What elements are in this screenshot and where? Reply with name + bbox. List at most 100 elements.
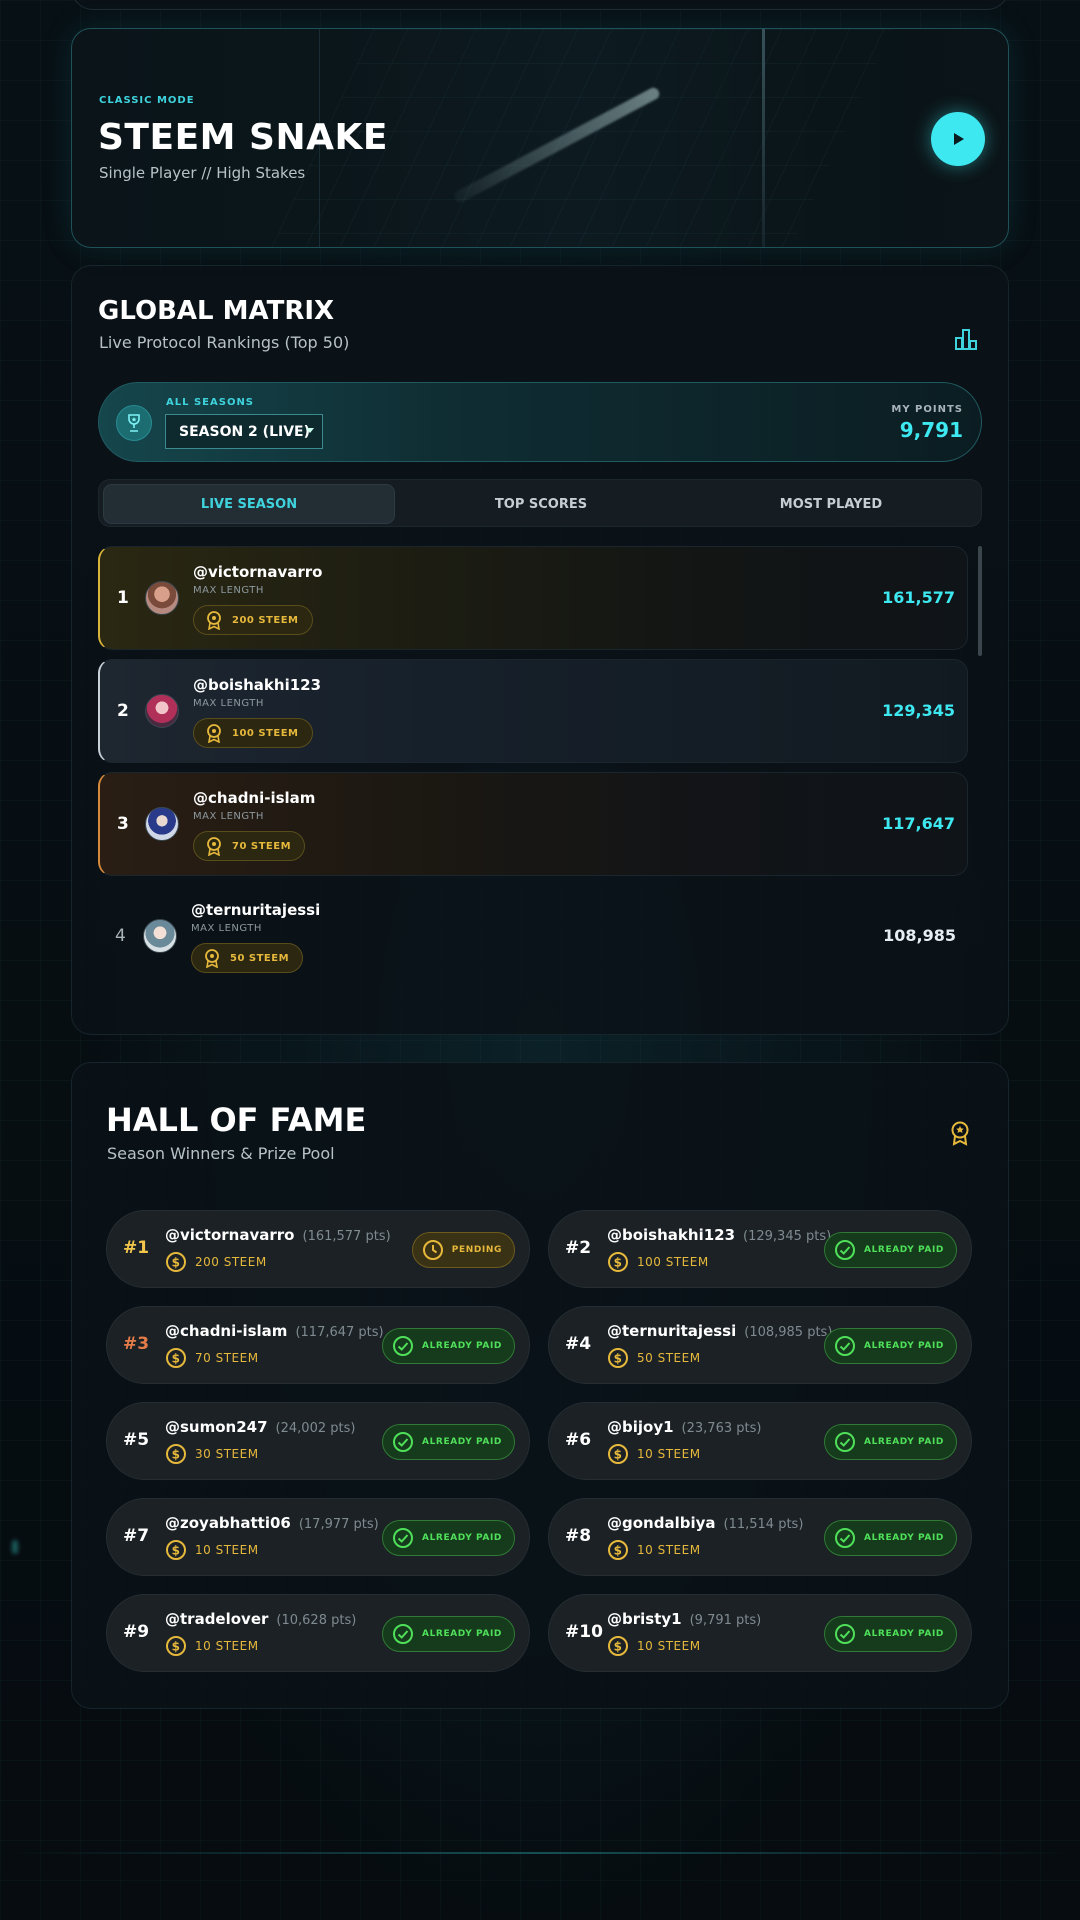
matrix-title: GLOBAL MATRIX: [98, 296, 335, 326]
award-icon: [951, 1121, 969, 1146]
game-card-steem-snake[interactable]: CLASSIC MODE STEEM SNAKE Single Player /…: [71, 28, 1009, 248]
metric-label: MAX LENGTH: [191, 923, 262, 934]
tab-live-season[interactable]: LIVE SEASON: [103, 484, 395, 524]
status-text: ALREADY PAID: [864, 1437, 944, 1447]
hof-subtitle: Season Winners & Prize Pool: [107, 1144, 335, 1163]
hof-username[interactable]: @sumon247 (24,002 pts): [165, 1418, 355, 1436]
leaderboard-tabs: LIVE SEASON TOP SCORES MOST PLAYED: [98, 479, 982, 527]
hof-username[interactable]: @chadni-islam (117,647 pts): [165, 1322, 384, 1340]
avatar: [145, 694, 179, 728]
hof-prize: $10 STEEM: [607, 1539, 701, 1561]
username[interactable]: @ternuritajessi: [191, 901, 320, 919]
game-mode-label: CLASSIC MODE: [99, 95, 195, 106]
hof-card[interactable]: #8 @gondalbiya (11,514 pts) $10 STEEM ALREAD…: [548, 1498, 972, 1576]
season-selector-bar: ALL SEASONS SEASON 2 (LIVE) MY POINTS 9,…: [98, 382, 982, 462]
username[interactable]: @victornavarro: [193, 563, 323, 581]
leaderboard-row[interactable]: 1 @victornavarro MAX LENGTH 200 STEEM 16…: [98, 546, 968, 650]
play-icon: [954, 133, 964, 145]
hof-user[interactable]: @boishakhi123: [607, 1226, 735, 1244]
hof-user[interactable]: @bristy1: [607, 1610, 682, 1628]
username[interactable]: @chadni-islam: [193, 789, 315, 807]
hof-user[interactable]: @chadni-islam: [165, 1322, 287, 1340]
hof-user[interactable]: @gondalbiya: [607, 1514, 716, 1532]
hof-prize: $50 STEEM: [607, 1347, 701, 1369]
hall-of-fame-panel: HALL OF FAME Season Winners & Prize Pool…: [71, 1062, 1009, 1709]
leaderboard-row[interactable]: 3 @chadni-islam MAX LENGTH 70 STEEM 117,…: [98, 772, 968, 876]
check-circle-icon: [393, 1432, 414, 1452]
hof-card[interactable]: #5 @sumon247 (24,002 pts) $30 STEEM ALREADY …: [106, 1402, 530, 1480]
svg-text:$: $: [172, 1544, 181, 1558]
status-text: ALREADY PAID: [864, 1629, 944, 1639]
hof-username[interactable]: @gondalbiya (11,514 pts): [607, 1514, 803, 1532]
hof-user[interactable]: @tradelover: [165, 1610, 268, 1628]
rank-number: 3: [117, 814, 129, 834]
all-seasons-label: ALL SEASONS: [166, 397, 255, 408]
prize-badge: 100 STEEM: [193, 718, 313, 748]
prize-amount: 70 STEEM: [232, 840, 292, 852]
hof-card[interactable]: #2 @boishakhi123 (129,345 pts) $100 STEEM AL…: [548, 1210, 972, 1288]
svg-text:$: $: [614, 1256, 623, 1270]
hof-card[interactable]: #3 @chadni-islam (117,647 pts) $70 STEEM ALR…: [106, 1306, 530, 1384]
tab-most-played[interactable]: MOST PLAYED: [685, 484, 977, 524]
status-badge-paid: ALREADY PAID: [824, 1328, 957, 1364]
hof-rank: #3: [123, 1334, 150, 1354]
hof-user[interactable]: @victornavarro: [165, 1226, 295, 1244]
status-badge-paid: ALREADY PAID: [382, 1328, 515, 1364]
status-badge-paid: ALREADY PAID: [382, 1424, 515, 1460]
leaderboard-scrollbar[interactable]: [978, 546, 982, 656]
hof-user[interactable]: @ternuritajessi: [607, 1322, 736, 1340]
play-button[interactable]: [931, 112, 985, 166]
hof-rank: #4: [565, 1334, 592, 1354]
check-circle-icon: [835, 1528, 856, 1548]
hof-username[interactable]: @bristy1 (9,791 pts): [607, 1610, 761, 1628]
hof-card[interactable]: #9 @tradelover (10,628 pts) $10 STEEM ALREAD…: [106, 1594, 530, 1672]
hof-user[interactable]: @sumon247: [165, 1418, 268, 1436]
check-circle-icon: [393, 1336, 414, 1356]
hof-prize-amount: 10 STEEM: [195, 1639, 259, 1653]
hof-points: (117,647 pts): [295, 1325, 384, 1340]
my-points-label: MY POINTS: [891, 404, 963, 415]
hof-username[interactable]: @bijoy1 (23,763 pts): [607, 1418, 761, 1436]
hof-username[interactable]: @boishakhi123 (129,345 pts): [607, 1226, 831, 1244]
hof-points: (108,985 pts): [744, 1325, 833, 1340]
medal-icon: [205, 949, 219, 968]
rank-number: 4: [115, 926, 126, 946]
season-dropdown[interactable]: SEASON 2 (LIVE): [165, 414, 323, 449]
svg-text:$: $: [614, 1352, 623, 1366]
rank-number: 1: [117, 588, 129, 608]
check-circle-icon: [835, 1624, 856, 1644]
status-text: ALREADY PAID: [422, 1437, 502, 1447]
check-circle-icon: [393, 1624, 414, 1644]
metric-label: MAX LENGTH: [193, 585, 264, 596]
hof-username[interactable]: @tradelover (10,628 pts): [165, 1610, 356, 1628]
check-circle-icon: [835, 1336, 856, 1356]
rank-number: 2: [117, 701, 129, 721]
tab-top-scores[interactable]: TOP SCORES: [395, 484, 687, 524]
hof-card[interactable]: #1 @victornavarro (161,577 pts) $200 STEEM P…: [106, 1210, 530, 1288]
coin-icon: $: [608, 1444, 628, 1464]
game-title: STEEM SNAKE: [98, 117, 388, 158]
status-text: ALREADY PAID: [422, 1533, 502, 1543]
hof-card[interactable]: #10 @bristy1 (9,791 pts) $10 STEEM ALREADY P…: [548, 1594, 972, 1672]
hof-points: (17,977 pts): [298, 1517, 379, 1532]
hof-user[interactable]: @zoyabhatti06: [165, 1514, 291, 1532]
hof-user[interactable]: @bijoy1: [607, 1418, 674, 1436]
leaderboard-row[interactable]: 4 @ternuritajessi MAX LENGTH 50 STEEM 10…: [98, 885, 968, 989]
hof-rank: #6: [565, 1430, 592, 1450]
hof-username[interactable]: @victornavarro (161,577 pts): [165, 1226, 391, 1244]
hof-rank: #9: [123, 1622, 150, 1642]
score-value: 108,985: [883, 926, 956, 945]
hof-rank: #2: [565, 1238, 592, 1258]
hof-card[interactable]: #7 @zoyabhatti06 (17,977 pts) $10 STEEM ALRE…: [106, 1498, 530, 1576]
hof-card[interactable]: #6 @bijoy1 (23,763 pts) $10 STEEM ALREADY PA…: [548, 1402, 972, 1480]
username[interactable]: @boishakhi123: [193, 676, 321, 694]
hof-card[interactable]: #4 @ternuritajessi (108,985 pts) $50 STEEM A…: [548, 1306, 972, 1384]
hof-points: (11,514 pts): [723, 1517, 804, 1532]
hof-username[interactable]: @ternuritajessi (108,985 pts): [607, 1322, 832, 1340]
leaderboard-chart-icon[interactable]: [954, 328, 978, 350]
hof-username[interactable]: @zoyabhatti06 (17,977 pts): [165, 1514, 379, 1532]
svg-text:$: $: [172, 1256, 181, 1270]
svg-text:$: $: [614, 1448, 623, 1462]
card-divider-bright: [762, 29, 765, 247]
leaderboard-row[interactable]: 2 @boishakhi123 MAX LENGTH 100 STEEM 129…: [98, 659, 968, 763]
